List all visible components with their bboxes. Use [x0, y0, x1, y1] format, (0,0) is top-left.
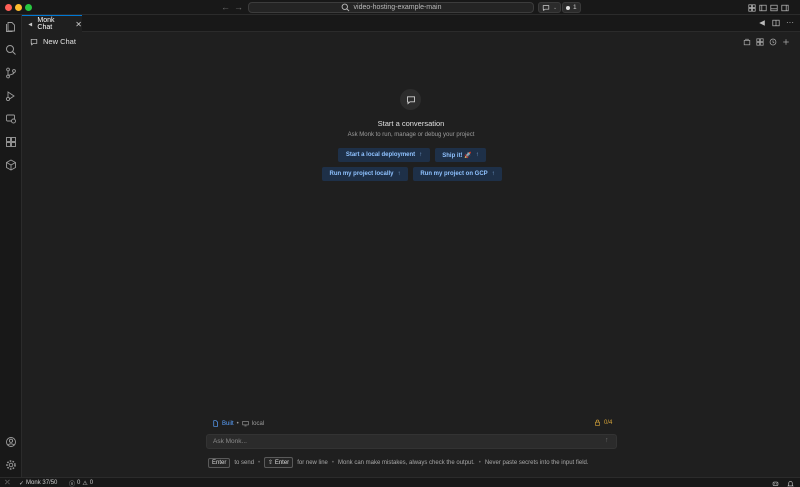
notification-badge-button[interactable]: 1 [562, 2, 581, 13]
grid-view-icon[interactable] [756, 38, 764, 46]
toggle-sidebar-icon[interactable] [759, 4, 767, 12]
suggestion-label: Run my project locally [329, 171, 394, 177]
explorer-files-icon[interactable] [5, 21, 17, 33]
maximize-window-button[interactable] [25, 4, 32, 11]
suggestion-label: Ship it! 🚀 [442, 152, 472, 159]
suggestion-run-locally[interactable]: Run my project locally ↑ [322, 167, 408, 181]
secrets-warning-text: Never paste secrets into the input field… [484, 459, 589, 466]
empty-state-chat-icon [400, 89, 421, 110]
monk-status[interactable]: ✓ Monk 37/50 [19, 479, 57, 487]
copilot-status[interactable] [772, 479, 779, 487]
extensions-icon[interactable] [5, 136, 17, 148]
send-button[interactable]: ↑ [605, 437, 609, 444]
send-to-icon[interactable] [758, 19, 766, 27]
chat-bubble-icon [542, 4, 550, 11]
chat-bubble-icon [406, 95, 415, 104]
monitor-icon [242, 421, 249, 427]
toggle-secondary-sidebar-icon[interactable] [781, 4, 789, 12]
deploy-icon[interactable] [743, 38, 751, 46]
history-icon[interactable] [769, 38, 777, 46]
toggle-panel-icon[interactable] [770, 4, 778, 12]
arrow-up-icon: ↑ [419, 152, 423, 158]
more-actions-icon[interactable]: ··· [786, 19, 794, 27]
chat-input[interactable] [206, 434, 617, 449]
command-center-text: video-hosting-example-main [353, 4, 442, 11]
customize-layout-icon[interactable] [748, 3, 756, 12]
warning-icon: ⚠ [82, 480, 88, 487]
notifications-bell[interactable] [787, 479, 794, 487]
status-bar: ⤫ ✓ Monk 37/50 ⓧ 0 ⚠ 0 [0, 477, 800, 487]
built-status-label[interactable]: Built [222, 421, 234, 427]
remote-indicator[interactable]: ⤫ [5, 479, 10, 487]
new-line-text: for new line [297, 459, 328, 466]
disclaimer-text: Monk can make mistakes, always check the… [337, 459, 475, 466]
monk-chat-tab-icon [28, 22, 33, 26]
remote-icon: ⤫ [5, 479, 10, 486]
run-debug-icon[interactable] [5, 90, 17, 102]
chat-header: New Chat [30, 37, 76, 46]
forward-arrow-icon[interactable]: → [234, 2, 243, 12]
arrow-up-icon: ↑ [397, 171, 401, 177]
separator-dot: • [478, 459, 481, 466]
command-center-search[interactable]: video-hosting-example-main [248, 2, 534, 13]
dot-icon [566, 5, 570, 10]
keyboard-hints: Enter to send • ⇧ Enter for new line • M… [208, 457, 589, 468]
error-count: 0 [77, 480, 81, 486]
bell-icon [787, 480, 794, 486]
empty-state-subtitle: Ask Monk to run, manage or debug your pr… [347, 132, 475, 138]
separator-dot: • [331, 459, 334, 466]
usage-quota: 0/4 [594, 419, 612, 426]
minimize-window-button[interactable] [15, 4, 22, 11]
account-icon[interactable] [5, 436, 17, 448]
split-editor-icon[interactable] [772, 19, 780, 27]
suggestion-run-gcp[interactable]: Run my project on GCP ↑ [413, 167, 502, 181]
search-icon [341, 3, 349, 12]
suggestion-ship-it[interactable]: Ship it! 🚀 ↑ [435, 148, 486, 162]
chevron-down-icon: ⌄ [553, 4, 558, 11]
build-status: Built • local [212, 420, 264, 427]
gear-icon[interactable] [5, 459, 17, 471]
arrow-up-icon: ↑ [475, 152, 479, 158]
arrow-up-icon: ↑ [491, 171, 495, 177]
page-title: New Chat [43, 37, 76, 46]
check-icon: ✓ [19, 480, 25, 487]
error-icon: ⓧ [69, 481, 76, 487]
chat-header-actions [743, 38, 790, 46]
suggestion-label: Run my project on GCP [420, 171, 488, 177]
activity-bar [0, 15, 22, 477]
layout-controls [748, 2, 789, 13]
copilot-icon [772, 481, 779, 486]
tab-label: Monk Chat [37, 17, 55, 31]
back-arrow-icon[interactable]: ← [221, 2, 230, 12]
enter-key: Enter [208, 457, 231, 468]
badge-count: 1 [573, 4, 577, 11]
new-chat-plus-icon[interactable] [782, 38, 790, 46]
editor-tab-bar: Monk Chat ✕ ··· [22, 15, 800, 32]
problems-indicator[interactable]: ⓧ 0 ⚠ 0 [69, 479, 93, 487]
suggestion-local-deployment[interactable]: Start a local deployment ↑ [338, 148, 430, 162]
environment-label[interactable]: local [252, 421, 264, 427]
copilot-menu-button[interactable]: ⌄ [538, 2, 562, 13]
remote-explorer-icon[interactable] [5, 113, 17, 125]
close-window-button[interactable] [5, 4, 12, 11]
lock-icon [595, 419, 600, 426]
suggestion-label: Start a local deployment [345, 152, 416, 158]
source-control-icon[interactable] [5, 67, 17, 79]
warning-count: 0 [89, 480, 94, 486]
chat-bubble-icon [30, 38, 38, 46]
close-icon[interactable]: ✕ [75, 20, 82, 29]
empty-state-title: Start a conversation [377, 119, 445, 128]
search-icon[interactable] [5, 44, 17, 56]
monk-status-text: Monk 37/50 [26, 480, 58, 486]
to-send-text: to send [234, 459, 255, 466]
tab-monk-chat[interactable]: Monk Chat ✕ [22, 15, 82, 32]
separator-dot: • [258, 459, 261, 466]
shift-enter-key: ⇧ Enter [264, 457, 294, 468]
separator-dot: • [236, 420, 239, 427]
editor-actions: ··· [758, 19, 794, 27]
quota-count: 0/4 [604, 419, 613, 426]
document-icon [213, 420, 218, 427]
monk-cube-icon[interactable] [5, 159, 17, 171]
title-bar: ← → video-hosting-example-main ⌄ 1 [0, 0, 800, 15]
